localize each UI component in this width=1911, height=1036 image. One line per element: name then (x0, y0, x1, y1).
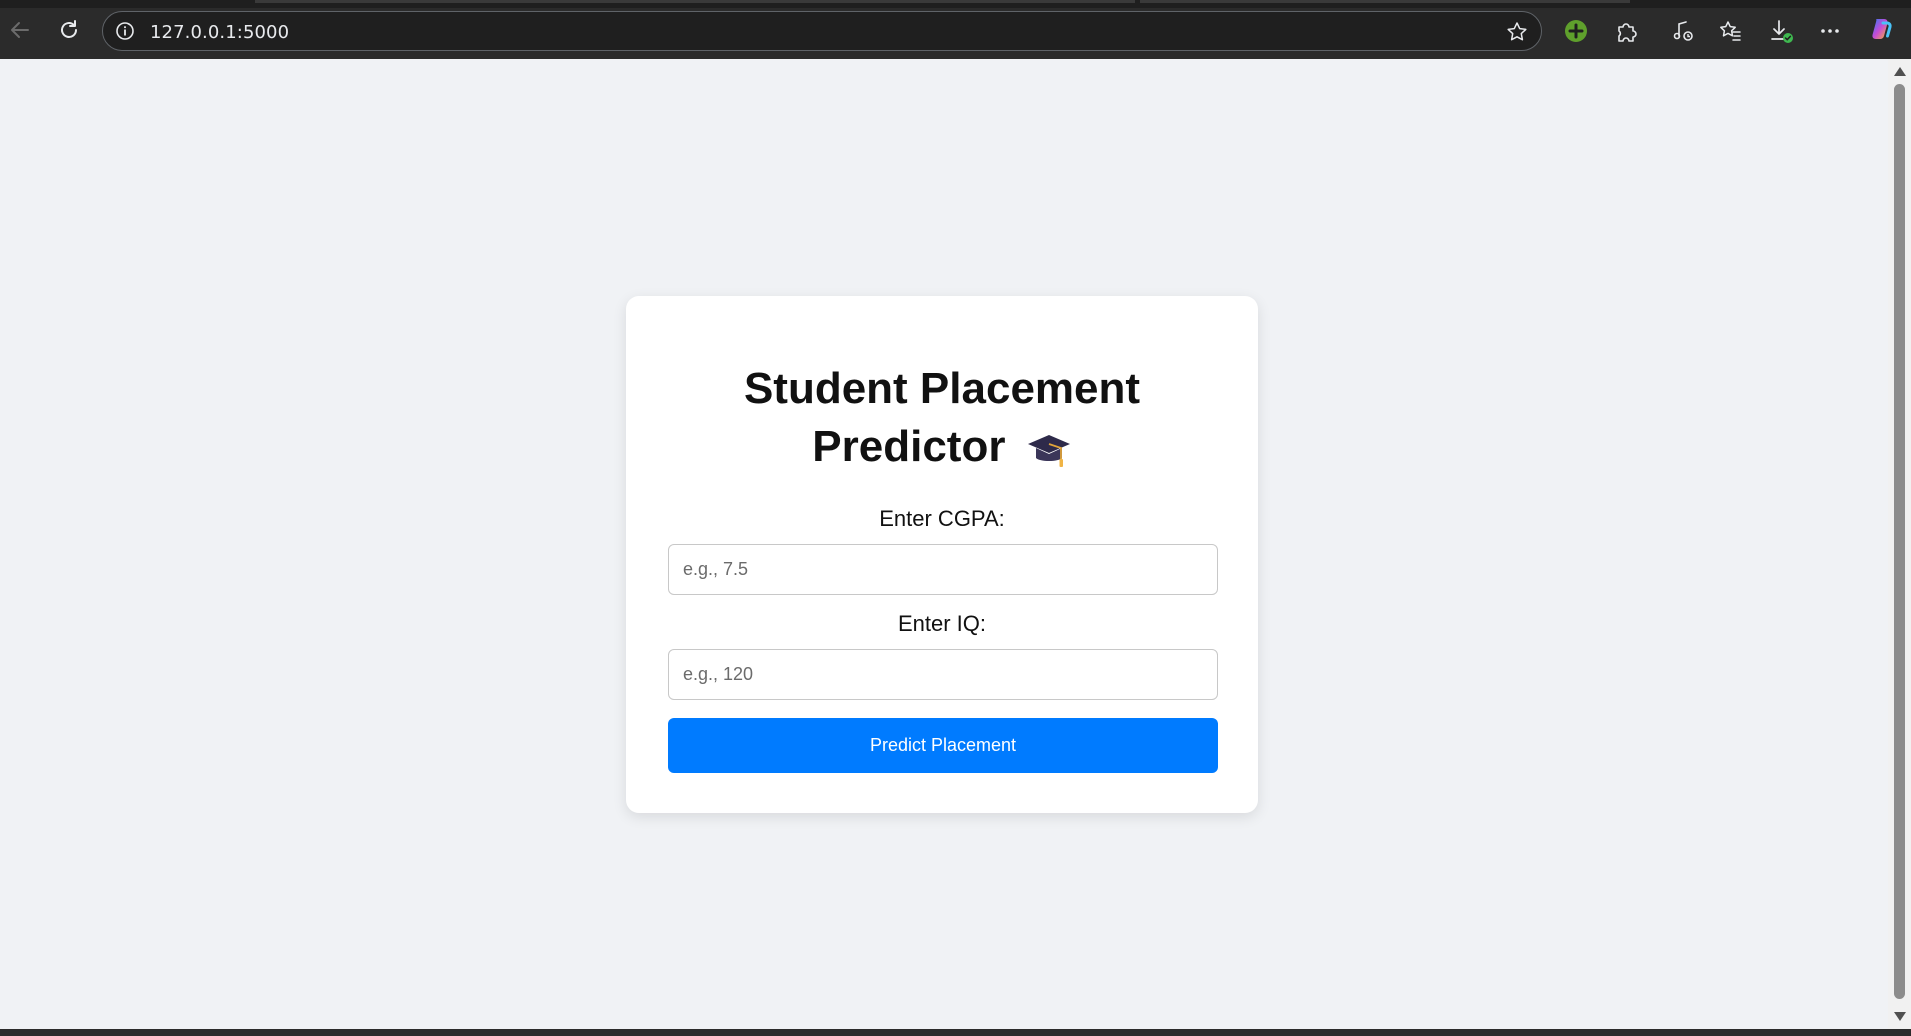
iq-label: Enter IQ: (897, 611, 987, 636)
copilot-icon (1872, 19, 1892, 39)
back-arrow-icon (11, 22, 29, 38)
predictor-card: Student Placement Predictor Enter CGPA: … (626, 296, 1258, 813)
scroll-up-arrow-icon[interactable] (1894, 67, 1906, 76)
scroll-down-arrow-icon[interactable] (1894, 1012, 1906, 1021)
iq-input[interactable] (668, 649, 1218, 700)
graduation-cap-icon (1027, 435, 1070, 468)
back-button[interactable] (4, 14, 36, 46)
title-line-1: Student Placement (743, 364, 1141, 413)
more-menu-icon (1821, 29, 1839, 33)
site-info-icon[interactable] (115, 21, 135, 41)
tab-strip (0, 0, 1911, 8)
extensions-puzzle-icon (1618, 23, 1637, 42)
extensions-button[interactable] (1612, 17, 1640, 45)
page-scrollbar[interactable] (1888, 59, 1911, 1029)
reload-icon (61, 20, 77, 38)
downloads-icon (1771, 20, 1793, 43)
url-text[interactable]: 127.0.0.1:5000 (150, 22, 289, 43)
cgpa-label: Enter CGPA: (879, 506, 1005, 531)
favorites-button[interactable] (1716, 17, 1744, 45)
window-bottom-edge (0, 1029, 1911, 1036)
more-menu-button[interactable] (1816, 17, 1844, 45)
page-viewport: Student Placement Predictor Enter CGPA: … (0, 59, 1888, 1029)
favorites-icon (1720, 21, 1741, 41)
scrollbar-thumb[interactable] (1894, 84, 1905, 999)
add-extension-button[interactable] (1562, 17, 1590, 45)
copilot-button[interactable] (1867, 15, 1895, 43)
browser-toolbar: 127.0.0.1:5000 (0, 0, 1911, 59)
predict-placement-button[interactable]: Predict Placement (668, 718, 1218, 773)
title-line-2: Predictor (812, 422, 1006, 471)
favorite-star-icon[interactable] (1505, 20, 1529, 44)
add-extension-icon (1565, 20, 1587, 42)
read-aloud-button[interactable] (1669, 17, 1697, 45)
address-bar[interactable]: 127.0.0.1:5000 (102, 11, 1542, 51)
page-title: Student Placement Predictor (626, 360, 1258, 476)
reload-button[interactable] (53, 14, 85, 46)
read-aloud-icon (1673, 21, 1693, 41)
downloads-button[interactable] (1767, 17, 1795, 45)
cgpa-input[interactable] (668, 544, 1218, 595)
